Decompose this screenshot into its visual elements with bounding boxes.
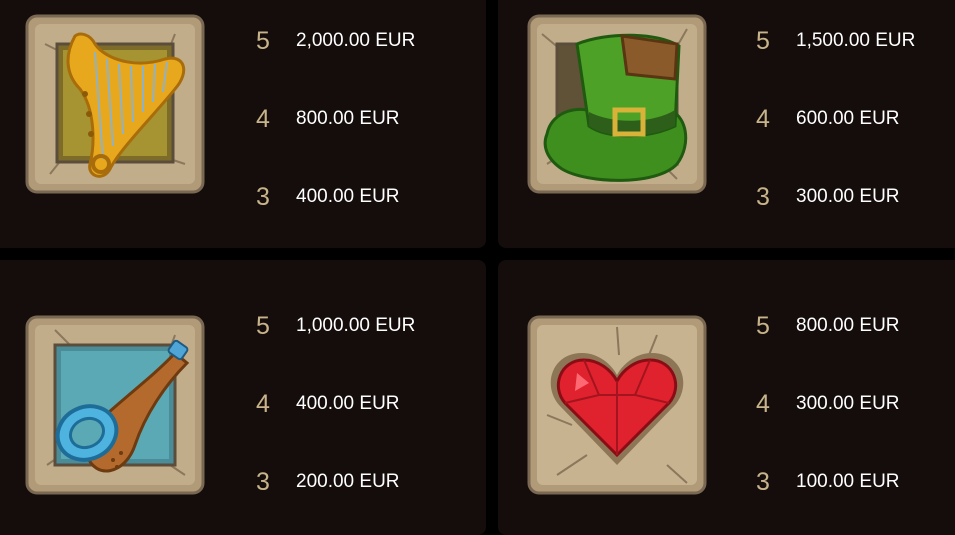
payout-amount: 200.00 EUR [296,471,400,492]
payout-amount: 800.00 EUR [796,315,900,336]
leprechaun-hat-icon [527,14,707,194]
symbol-count: 5 [256,311,270,340]
symbol-count: 3 [256,182,270,211]
payout-row: 3 300.00 EUR [756,182,900,212]
payout-amount: 300.00 EUR [796,393,900,414]
smoking-pipe-icon [25,315,205,495]
payout-amount: 400.00 EUR [296,393,400,414]
paytable-card-hat: 5 1,500.00 EUR 4 600.00 EUR 3 300.00 EUR [498,0,955,248]
payout-amount: 800.00 EUR [296,108,400,129]
payout-row: 5 1,000.00 EUR [256,311,415,341]
symbol-count: 3 [756,467,770,496]
paytable-card-pipe: 5 1,000.00 EUR 4 400.00 EUR 3 200.00 EUR [0,260,486,535]
payout-amount: 300.00 EUR [796,186,900,207]
payout-row: 3 200.00 EUR [256,467,400,497]
paytable-card-harp: 5 2,000.00 EUR 4 800.00 EUR 3 400.00 EUR [0,0,486,248]
red-heart-icon [527,315,707,495]
payout-amount: 1,500.00 EUR [796,30,916,51]
payout-amount: 2,000.00 EUR [296,30,416,51]
symbol-count: 5 [256,26,270,55]
symbol-count: 3 [756,182,770,211]
symbol-count: 5 [756,26,770,55]
symbol-count: 4 [256,104,270,133]
payout-row: 4 600.00 EUR [756,104,900,134]
payout-row: 3 400.00 EUR [256,182,400,212]
payout-amount: 100.00 EUR [796,471,900,492]
symbol-count: 3 [256,467,270,496]
payout-row: 4 800.00 EUR [256,104,400,134]
symbol-count: 4 [756,389,770,418]
symbol-count: 4 [256,389,270,418]
payout-row: 5 2,000.00 EUR [256,26,415,56]
paytable-card-heart: 5 800.00 EUR 4 300.00 EUR 3 100.00 EUR [498,260,955,535]
payout-row: 4 300.00 EUR [756,389,900,419]
symbol-count: 5 [756,311,770,340]
payout-amount: 600.00 EUR [796,108,900,129]
payout-amount: 400.00 EUR [296,186,400,207]
symbol-count: 4 [756,104,770,133]
payout-row: 5 800.00 EUR [756,311,900,341]
payout-row: 4 400.00 EUR [256,389,400,419]
payout-row: 3 100.00 EUR [756,467,900,497]
payout-row: 5 1,500.00 EUR [756,26,915,56]
golden-harp-icon [25,14,205,194]
payout-amount: 1,000.00 EUR [296,315,416,336]
